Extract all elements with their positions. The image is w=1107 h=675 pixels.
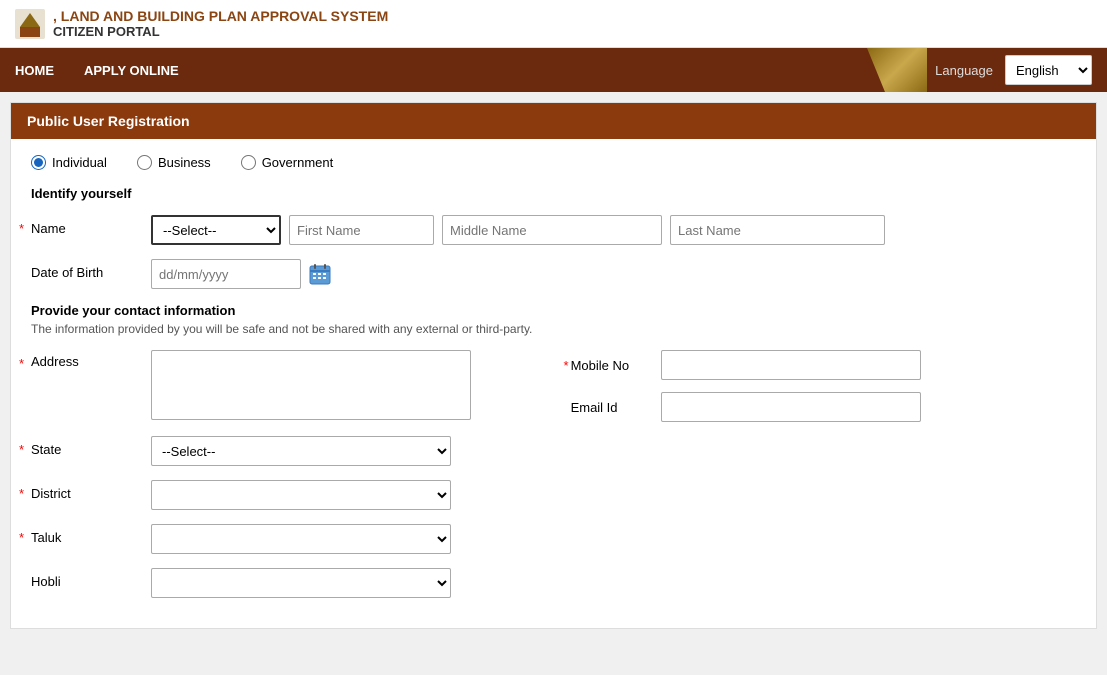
district-label: District (31, 480, 151, 501)
address-col: Address (31, 350, 544, 420)
header-title-block: , LAND AND BUILDING PLAN APPROVAL SYSTEM… (53, 8, 388, 39)
dob-input[interactable] (151, 259, 301, 289)
hobli-select[interactable] (151, 568, 451, 598)
name-controls: --Select-- Mr. Mrs. Ms. Dr. (151, 215, 1076, 245)
mobile-input[interactable] (661, 350, 921, 380)
taluk-label: Taluk (31, 524, 151, 545)
page-header: , LAND AND BUILDING PLAN APPROVAL SYSTEM… (0, 0, 1107, 48)
email-spacer: * (564, 400, 569, 415)
radio-business[interactable]: Business (137, 155, 211, 170)
nav-home[interactable]: HOME (15, 51, 54, 90)
identify-label: Identify yourself (31, 186, 1076, 201)
hobli-row: Hobli (31, 568, 1076, 598)
navbar-links: HOME APPLY ONLINE (15, 51, 895, 90)
name-title-select[interactable]: --Select-- Mr. Mrs. Ms. Dr. (151, 215, 281, 245)
navbar: HOME APPLY ONLINE ? Language English Kan… (0, 48, 1107, 92)
user-type-radio-group: Individual Business Government (31, 155, 1076, 170)
state-row: State --Select-- (31, 436, 1076, 466)
contact-subtext: The information provided by you will be … (31, 322, 1076, 336)
main-content: Public User Registration Individual Busi… (10, 102, 1097, 629)
district-controls (151, 480, 1076, 510)
address-input[interactable] (151, 350, 471, 420)
radio-individual-label: Individual (52, 155, 107, 170)
contact-heading: Provide your contact information (31, 303, 1076, 318)
header-title-main: , LAND AND BUILDING PLAN APPROVAL SYSTEM (53, 8, 388, 24)
district-row: District (31, 480, 1076, 510)
logo-icon (15, 9, 45, 39)
taluk-row: Taluk (31, 524, 1076, 554)
radio-government-input[interactable] (241, 155, 256, 170)
section-header: Public User Registration (11, 103, 1096, 139)
radio-government[interactable]: Government (241, 155, 334, 170)
address-contact-row: Address * Mobile No * Email Id (31, 350, 1076, 422)
radio-government-label: Government (262, 155, 334, 170)
last-name-input[interactable] (670, 215, 885, 245)
district-select[interactable] (151, 480, 451, 510)
hobli-controls (151, 568, 1076, 598)
nav-apply-online[interactable]: APPLY ONLINE (84, 51, 179, 90)
state-controls: --Select-- (151, 436, 1076, 466)
email-input[interactable] (661, 392, 921, 422)
form-content: Individual Business Government Identify … (11, 139, 1096, 628)
name-row: Name --Select-- Mr. Mrs. Ms. Dr. (31, 215, 1076, 245)
calendar-icon[interactable] (307, 261, 333, 287)
hobli-label: Hobli (31, 568, 151, 589)
radio-business-input[interactable] (137, 155, 152, 170)
email-label: Email Id (571, 400, 661, 415)
dob-label: Date of Birth (31, 259, 151, 280)
first-name-input[interactable] (289, 215, 434, 245)
contact-col: * Mobile No * Email Id (564, 350, 1077, 422)
name-label: Name (31, 215, 151, 236)
dob-controls (151, 259, 1076, 289)
language-select[interactable]: English Kannada Hindi (1005, 55, 1092, 85)
header-title-sub: CITIZEN PORTAL (53, 24, 388, 39)
mobile-row: * Mobile No (564, 350, 1077, 380)
taluk-select[interactable] (151, 524, 451, 554)
mobile-label: Mobile No (571, 358, 661, 373)
language-label: Language (935, 63, 993, 78)
state-select[interactable]: --Select-- (151, 436, 451, 466)
section-title: Public User Registration (27, 113, 190, 129)
taluk-controls (151, 524, 1076, 554)
mobile-req-star: * (564, 358, 569, 373)
radio-individual-input[interactable] (31, 155, 46, 170)
email-row: * Email Id (564, 392, 1077, 422)
middle-name-input[interactable] (442, 215, 662, 245)
radio-business-label: Business (158, 155, 211, 170)
radio-individual[interactable]: Individual (31, 155, 107, 170)
address-label: Address (31, 350, 151, 369)
dob-row: Date of Birth (31, 259, 1076, 289)
state-label: State (31, 436, 151, 457)
